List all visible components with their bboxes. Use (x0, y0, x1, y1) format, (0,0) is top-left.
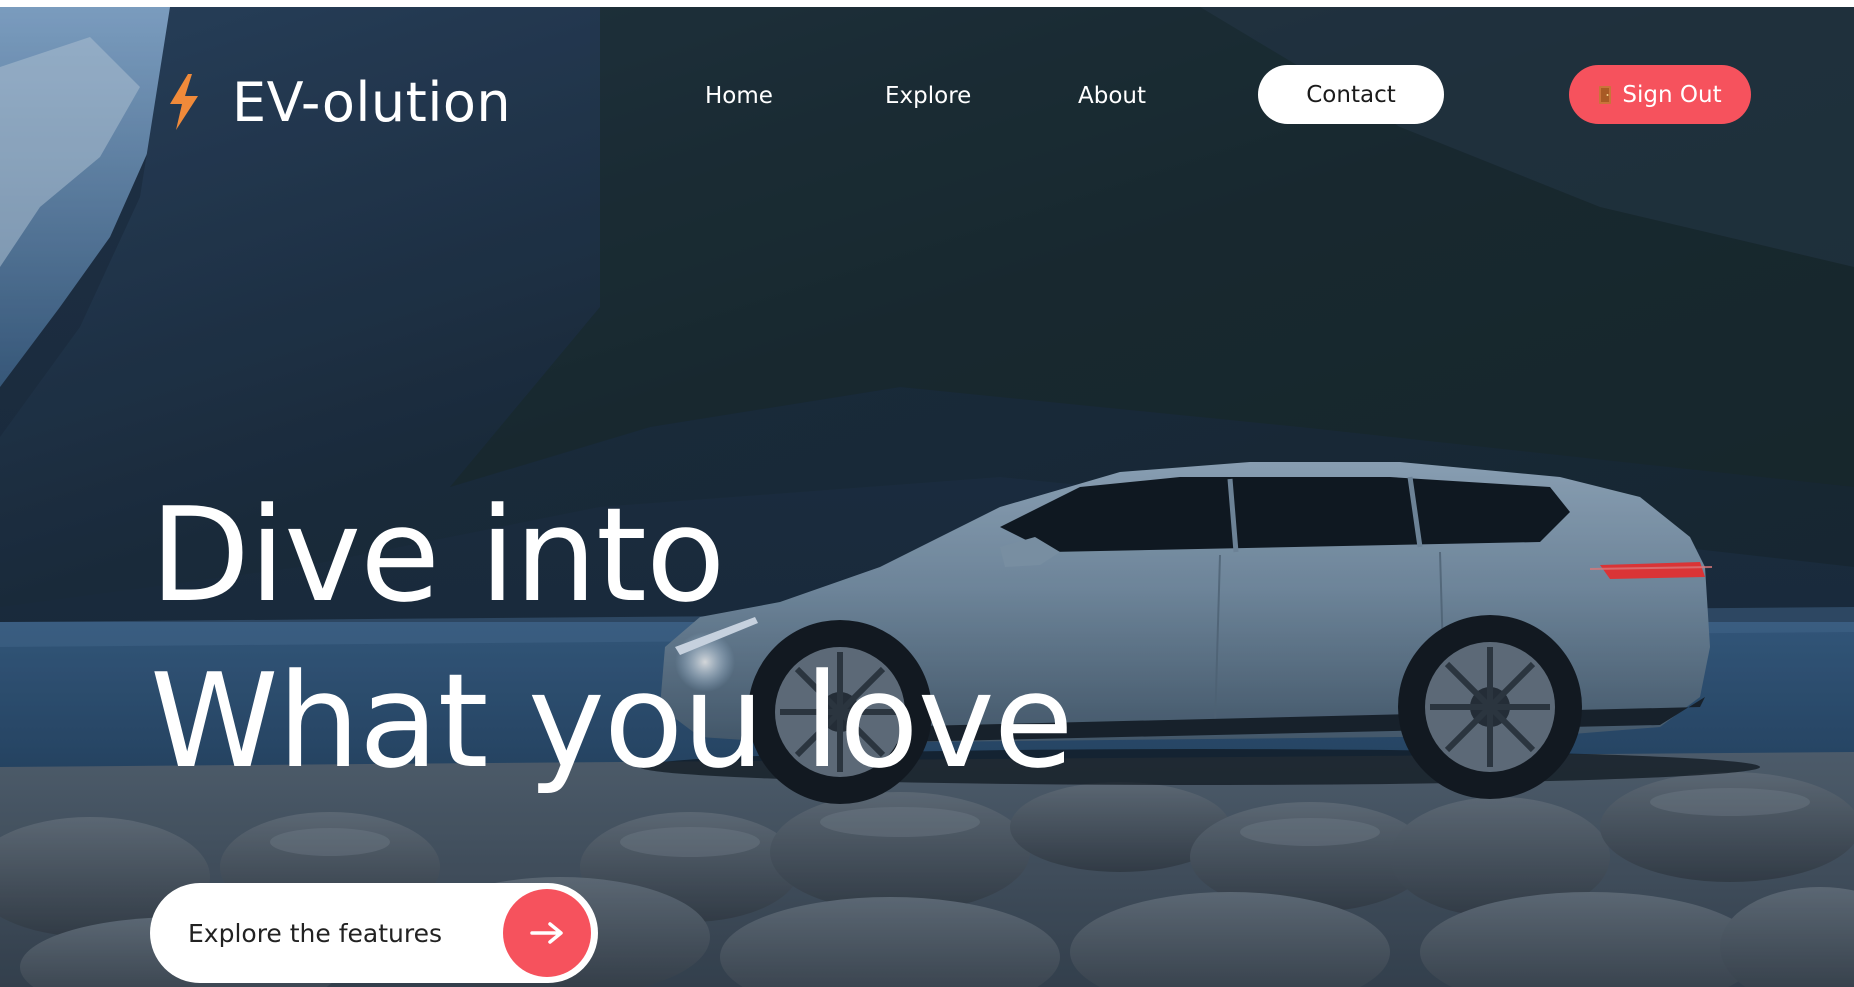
arrow-button[interactable] (503, 889, 591, 977)
explore-features-button[interactable]: Explore the features (150, 883, 598, 983)
hero-headline-line-2: What you love (150, 645, 1074, 797)
nav-explore-link[interactable]: Explore (885, 83, 971, 109)
contact-button-label: Contact (1306, 81, 1396, 108)
hero-headline: Dive into What you love (150, 472, 1074, 804)
nav-home-link[interactable]: Home (705, 83, 773, 109)
door-icon (1599, 85, 1612, 104)
contact-button[interactable]: Contact (1258, 65, 1444, 124)
explore-features-label: Explore the features (188, 918, 443, 948)
sign-out-button-label: Sign Out (1622, 81, 1722, 108)
hero-section: EV-olution Home Explore About Contact Si… (0, 7, 1854, 987)
arrow-right-icon (530, 922, 563, 944)
hero-headline-line-1: Dive into (150, 479, 725, 631)
brand-logo[interactable]: EV-olution (166, 62, 511, 142)
lightning-bolt-icon (170, 74, 198, 130)
nav-about-link[interactable]: About (1078, 83, 1146, 109)
sign-out-button[interactable]: Sign Out (1569, 65, 1751, 124)
brand-name: EV-olution (232, 70, 512, 134)
